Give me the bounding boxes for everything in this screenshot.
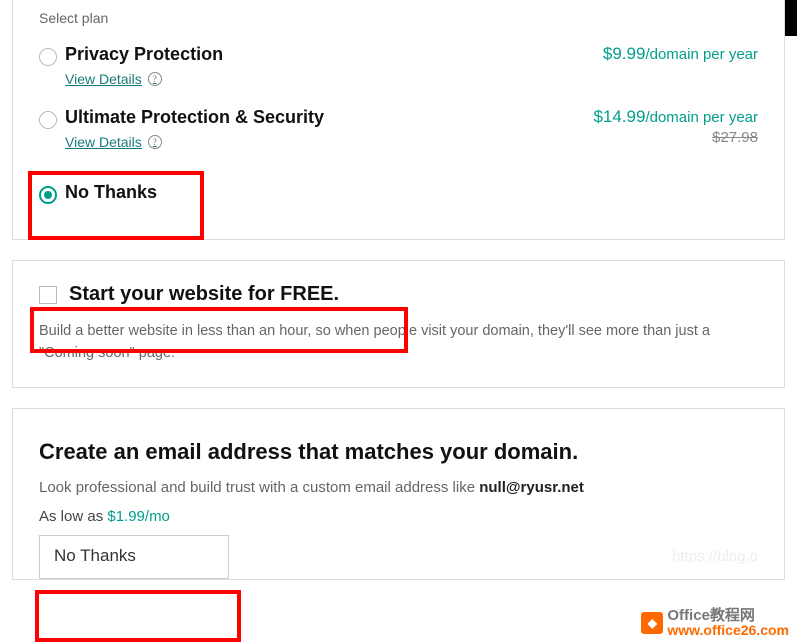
low-as-price: $1.99/mo — [107, 508, 170, 525]
plan-title-ultimate: Ultimate Protection & Security — [65, 107, 578, 128]
price-suffix-ultimate: /domain per year — [645, 109, 758, 126]
email-upsell-card: Create an email address that matches you… — [12, 408, 785, 580]
plan-title-privacy: Privacy Protection — [65, 44, 578, 65]
url-hint: https://blog.o — [672, 548, 758, 565]
plan-row-nothanks: No Thanks — [13, 160, 784, 209]
website-upsell-card: Start your website for FREE. Build a bet… — [12, 260, 785, 388]
plan-title-nothanks: No Thanks — [65, 182, 758, 203]
watermark: ◆ Office教程网 www.office26.com — [641, 608, 789, 638]
view-details-label: View Details — [65, 71, 142, 87]
email-upsell-description: Look professional and build trust with a… — [39, 479, 758, 496]
radio-ultimate[interactable] — [39, 111, 57, 129]
price-strike-ultimate: $27.98 — [578, 129, 758, 146]
select-plan-card: Select plan Privacy Protection View Deta… — [12, 0, 785, 240]
start-website-label: Start your website for FREE. — [69, 283, 339, 306]
info-icon: ? — [148, 72, 162, 86]
plan-row-privacy: Privacy Protection View Details ? $9.99/… — [13, 34, 784, 97]
email-plan-dropdown[interactable]: No Thanks — [39, 535, 229, 579]
low-as-pre: As low as — [39, 508, 107, 525]
start-website-checkbox[interactable] — [39, 286, 57, 304]
radio-privacy[interactable] — [39, 48, 57, 66]
email-example: null@ryusr.net — [479, 479, 584, 496]
email-upsell-title: Create an email address that matches you… — [39, 439, 758, 465]
side-black-bar — [785, 0, 797, 36]
view-details-label: View Details — [65, 134, 142, 150]
view-details-privacy[interactable]: View Details ? — [65, 71, 162, 87]
email-low-as: As low as $1.99/mo — [39, 508, 758, 525]
price-suffix-privacy: /domain per year — [645, 46, 758, 63]
view-details-ultimate[interactable]: View Details ? — [65, 134, 162, 150]
watermark-badge-icon: ◆ — [641, 612, 663, 634]
dropdown-value: No Thanks — [54, 546, 136, 565]
price-ultimate: $14.99 — [593, 107, 645, 126]
price-privacy: $9.99 — [603, 44, 646, 63]
watermark-line1: Office教程网 — [667, 608, 789, 624]
watermark-line2: www.office26.com — [667, 623, 789, 638]
website-upsell-description: Build a better website in less than an h… — [39, 320, 758, 365]
plan-row-ultimate: Ultimate Protection & Security View Deta… — [13, 97, 784, 160]
info-icon: ? — [148, 135, 162, 149]
radio-nothanks[interactable] — [39, 186, 57, 204]
select-plan-label: Select plan — [13, 0, 784, 34]
email-desc-pre: Look professional and build trust with a… — [39, 479, 479, 496]
annotation-highlight-3 — [35, 590, 241, 642]
